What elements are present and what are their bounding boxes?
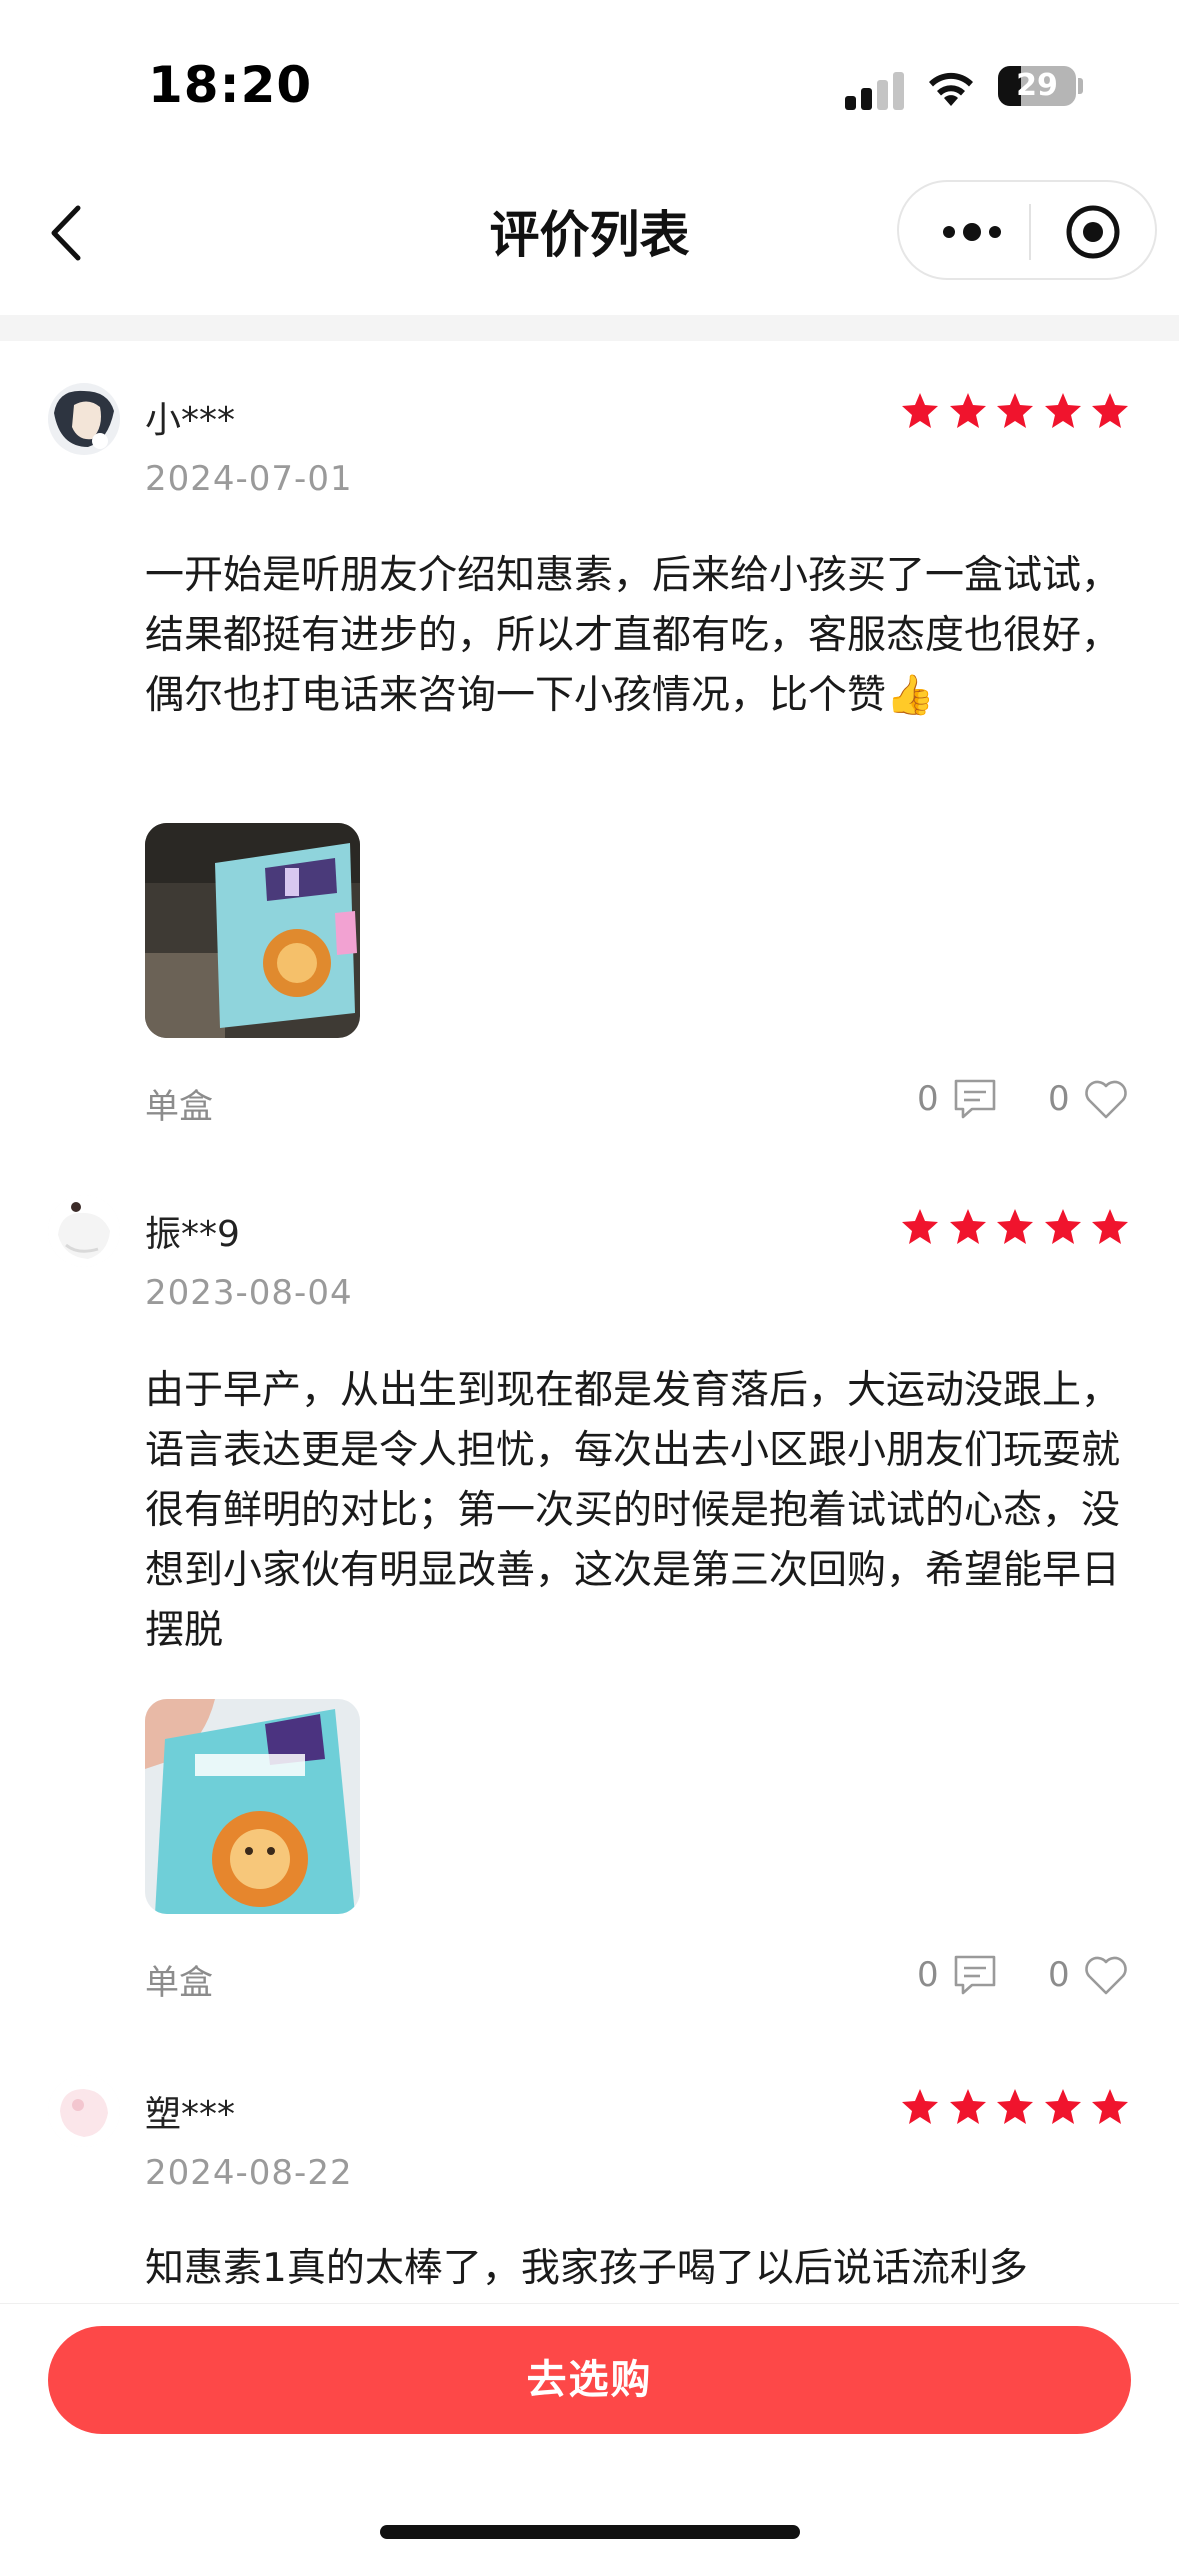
capsule-divider xyxy=(1029,204,1031,260)
navigation-bar: 评价列表 xyxy=(0,150,1179,315)
review-date: 2024-07-01 xyxy=(145,459,353,499)
star-icon xyxy=(949,1209,986,1244)
comment-icon[interactable] xyxy=(952,1953,998,1997)
review-item: 塑*** 2024-08-22 知惠素1真的太棒了，我家孩子喝了以后说话流利多 xyxy=(0,2041,1179,2341)
section-divider xyxy=(0,315,1179,341)
product-spec: 单盒 xyxy=(145,1087,213,1127)
avatar-image xyxy=(48,383,120,455)
star-icon xyxy=(1044,1209,1081,1244)
battery-cap xyxy=(1078,78,1083,94)
star-icon xyxy=(1092,393,1128,428)
comment-icon[interactable] xyxy=(952,1077,998,1121)
rating-stars xyxy=(900,391,1130,433)
star-icon xyxy=(997,2089,1033,2124)
rating-stars xyxy=(900,1207,1130,1249)
status-time: 18:20 xyxy=(148,56,313,114)
status-bar: 18:20 29 xyxy=(0,0,1179,150)
review-list-page: 18:20 29 评价列表 小*** 2024-07-01 一开始是听朋友介绍知… xyxy=(0,0,1179,2556)
more-options-icon[interactable] xyxy=(929,204,1015,260)
review-photo[interactable] xyxy=(145,823,360,1038)
review-date: 2023-08-04 xyxy=(145,1273,353,1313)
wifi-icon xyxy=(929,72,973,106)
star-icon xyxy=(902,2089,938,2124)
like-count: 0 xyxy=(1048,1079,1070,1119)
review-item: 振**9 2023-08-04 由于早产，从出生到现在都是发育落后，大运动没跟上… xyxy=(0,1151,1179,2021)
reviewer-name: 小*** xyxy=(145,400,236,441)
star-icon xyxy=(997,393,1033,428)
bottom-action-bar: 去选购 xyxy=(0,2303,1179,2556)
product-box-photo xyxy=(145,1699,360,1914)
review-item: 小*** 2024-07-01 一开始是听朋友介绍知惠素，后来给小孩买了一盒试试… xyxy=(0,341,1179,1141)
avatar[interactable] xyxy=(48,1195,120,1267)
heart-icon[interactable] xyxy=(1083,1953,1129,1997)
star-icon xyxy=(902,393,938,428)
avatar[interactable] xyxy=(48,2075,120,2147)
battery-percentage: 29 xyxy=(1016,68,1058,103)
avatar-image xyxy=(48,2075,120,2147)
home-indicator xyxy=(380,2525,800,2539)
star-icon xyxy=(1044,393,1081,428)
review-date: 2024-08-22 xyxy=(145,2153,353,2193)
avatar[interactable] xyxy=(48,383,120,455)
reviewer-name: 振**9 xyxy=(145,1214,240,1255)
rating-stars xyxy=(900,2087,1130,2129)
star-icon xyxy=(1092,2089,1128,2124)
star-icon xyxy=(1044,2089,1081,2124)
star-icon xyxy=(997,1209,1033,1244)
comment-count: 0 xyxy=(917,1079,939,1119)
star-icon xyxy=(902,1209,938,1244)
like-count: 0 xyxy=(1048,1955,1070,1995)
star-icon xyxy=(949,2089,986,2124)
cellular-signal-icon xyxy=(845,70,905,110)
star-icon xyxy=(1092,1209,1128,1244)
product-box-photo xyxy=(145,823,360,1038)
comment-count: 0 xyxy=(917,1955,939,1995)
review-text: 由于早产，从出生到现在都是发育落后，大运动没跟上，语言表达更是令人担忧，每次出去… xyxy=(145,1368,1121,1653)
go-shopping-button[interactable]: 去选购 xyxy=(48,2326,1131,2434)
reviewer-name: 塑*** xyxy=(145,2094,236,2135)
avatar-image xyxy=(48,1195,120,1267)
review-photo[interactable] xyxy=(145,1699,360,1914)
star-icon xyxy=(949,393,986,428)
battery-icon: 29 xyxy=(998,66,1076,106)
review-text: 知惠素1真的太棒了，我家孩子喝了以后说话流利多 xyxy=(145,2246,1028,2291)
product-spec: 单盒 xyxy=(145,1963,213,2003)
heart-icon[interactable] xyxy=(1083,1077,1129,1121)
mini-program-capsule xyxy=(897,180,1157,280)
close-mini-program-icon[interactable] xyxy=(1059,198,1127,266)
review-text: 一开始是听朋友介绍知惠素，后来给小孩买了一盒试试，结果都挺有进步的，所以才直都有… xyxy=(145,553,1121,718)
